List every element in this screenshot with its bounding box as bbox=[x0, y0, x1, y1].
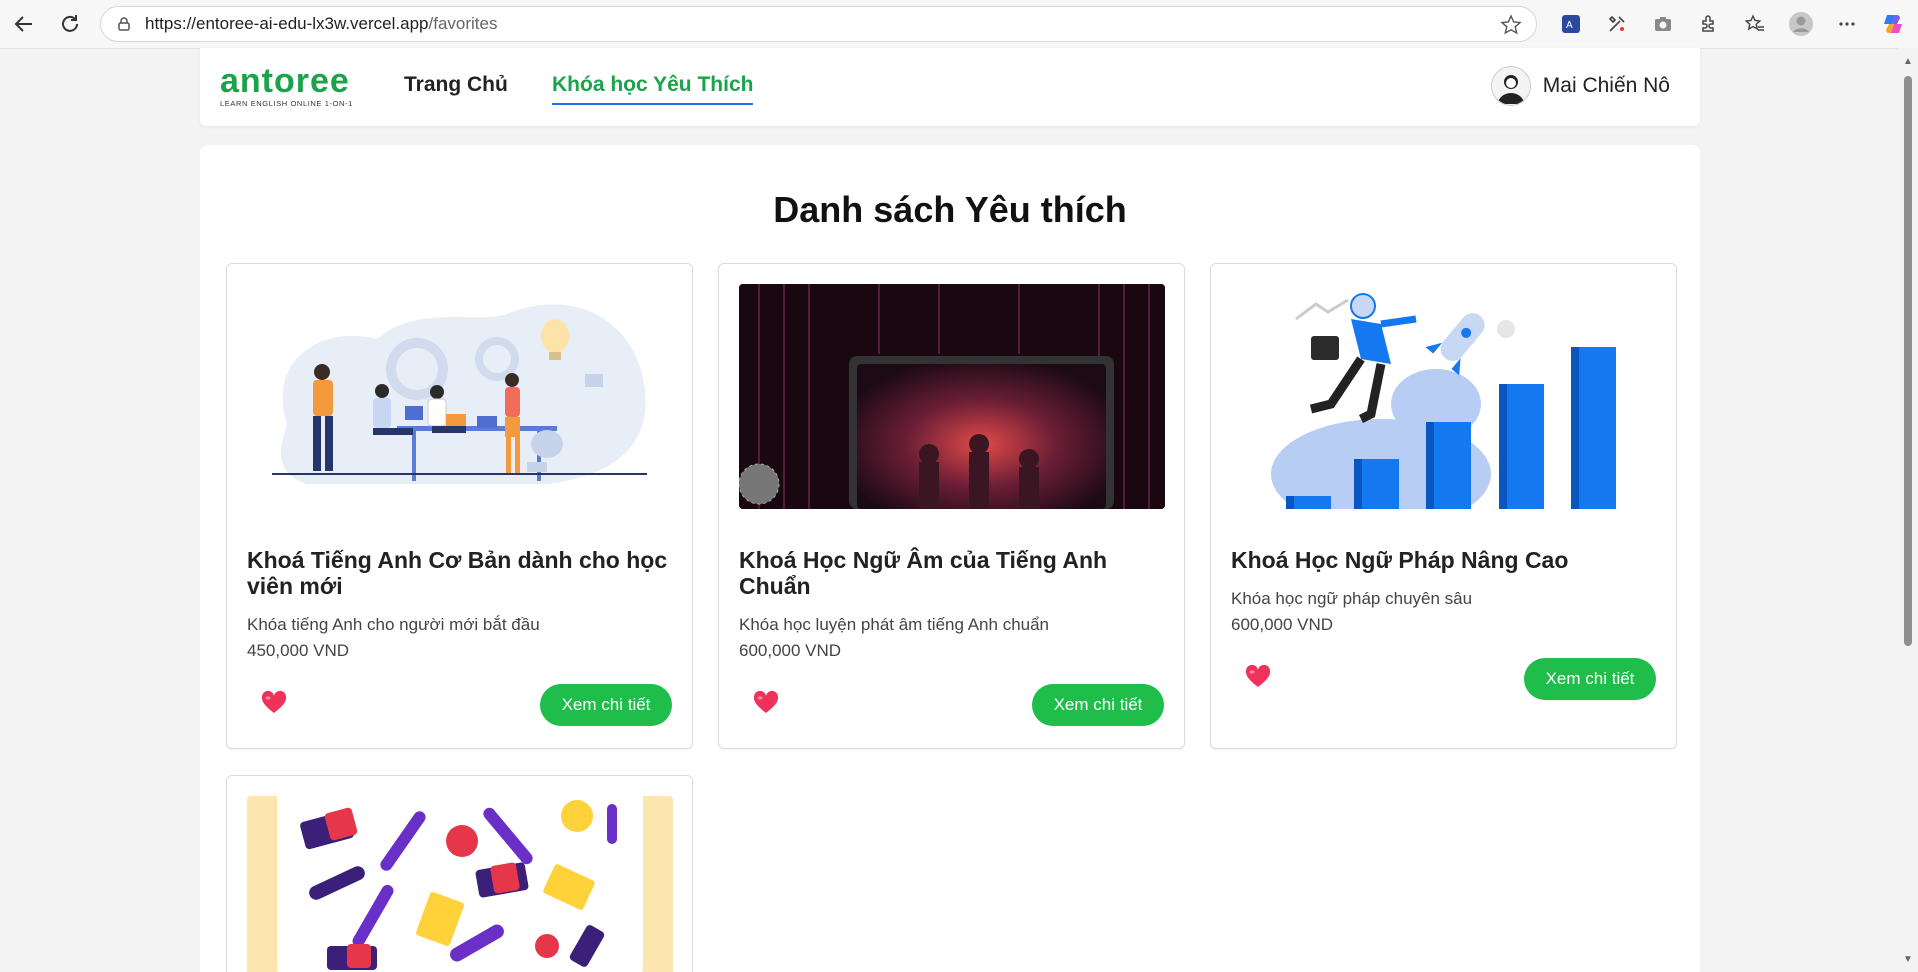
favorite-heart-icon[interactable] bbox=[261, 690, 287, 715]
profile-icon[interactable] bbox=[1778, 1, 1824, 47]
course-price: 600,000 VND bbox=[1231, 615, 1334, 634]
reload-icon[interactable] bbox=[50, 4, 90, 44]
svg-text:A: A bbox=[1566, 20, 1573, 31]
browser-toolbar: https://entoree-ai-edu-lx3w.vercel.app/f… bbox=[0, 0, 1918, 48]
favorite-heart-icon[interactable] bbox=[1245, 664, 1271, 689]
logo-wordmark: antoree bbox=[220, 62, 350, 100]
scroll-down-icon[interactable]: ▼ bbox=[1902, 954, 1914, 966]
site-info-icon[interactable] bbox=[115, 15, 133, 33]
user-name: Mai Chiến Nô bbox=[1542, 74, 1670, 97]
logo-tagline: LEARN ENGLISH ONLINE 1-ON-1 bbox=[220, 99, 353, 108]
translate-extension-icon[interactable]: A bbox=[1548, 1, 1594, 47]
course-card: Khoá Học Ngữ Âm của Tiếng Anh Chuẩn Khóa… bbox=[718, 263, 1185, 749]
user-menu[interactable]: Mai Chiến Nô bbox=[1490, 66, 1670, 106]
favorites-panel: Danh sách Yêu thích Khoá Tiếng Anh Cơ Bả… bbox=[200, 145, 1700, 972]
course-description: Khóa học ngữ pháp chuyên sâu bbox=[1231, 589, 1473, 608]
course-title[interactable]: Khoá Học Ngữ Âm của Tiếng Anh Chuẩn bbox=[739, 547, 1165, 599]
favorite-heart-icon[interactable] bbox=[753, 690, 779, 715]
course-description: Khóa tiếng Anh cho người mới bắt đầu bbox=[247, 615, 540, 634]
course-image bbox=[247, 796, 673, 972]
view-details-button[interactable]: Xem chi tiết bbox=[1524, 658, 1656, 700]
view-details-button[interactable]: Xem chi tiết bbox=[540, 684, 672, 726]
course-image bbox=[1231, 284, 1657, 509]
course-image bbox=[739, 284, 1165, 509]
view-details-button[interactable]: Xem chi tiết bbox=[1032, 684, 1164, 726]
course-card: Khoá Học Ngữ Pháp Nâng Cao Khóa học ngữ … bbox=[1210, 263, 1677, 749]
course-price: 600,000 VND bbox=[739, 641, 842, 660]
camera-icon[interactable] bbox=[1640, 1, 1686, 47]
course-title[interactable]: Khoá Tiếng Anh Cơ Bản dành cho học viên … bbox=[247, 547, 673, 599]
course-card bbox=[226, 775, 693, 972]
scroll-up-icon[interactable]: ▲ bbox=[1902, 56, 1914, 68]
copilot-icon[interactable] bbox=[1870, 1, 1916, 47]
more-menu-icon[interactable] bbox=[1824, 1, 1870, 47]
course-image bbox=[247, 284, 673, 509]
address-bar[interactable]: https://entoree-ai-edu-lx3w.vercel.app/f… bbox=[100, 6, 1537, 42]
favorites-icon[interactable] bbox=[1732, 1, 1778, 47]
extensions-icon[interactable] bbox=[1686, 1, 1732, 47]
course-price: 450,000 VND bbox=[247, 641, 350, 660]
favorite-star-icon[interactable] bbox=[1500, 14, 1522, 41]
brand-logo[interactable]: antoree LEARN ENGLISH ONLINE 1-ON-1 bbox=[220, 64, 353, 108]
course-description: Khóa học luyện phát âm tiếng Anh chuẩn bbox=[739, 615, 1050, 634]
nav-favorite-courses[interactable]: Khóa học Yêu Thích bbox=[552, 73, 754, 105]
site-header: antoree LEARN ENGLISH ONLINE 1-ON-1 Tran… bbox=[200, 48, 1700, 126]
course-card: Khoá Tiếng Anh Cơ Bản dành cho học viên … bbox=[226, 263, 693, 749]
course-title[interactable]: Khoá Học Ngữ Pháp Nâng Cao bbox=[1231, 547, 1657, 573]
user-avatar-icon[interactable] bbox=[1490, 66, 1531, 106]
page-title: Danh sách Yêu thích bbox=[773, 189, 1127, 230]
scroll-thumb[interactable] bbox=[1904, 76, 1912, 646]
nav-home[interactable]: Trang Chủ bbox=[404, 73, 508, 97]
tools-icon[interactable] bbox=[1594, 1, 1640, 47]
url-text: https://entoree-ai-edu-lx3w.vercel.app/f… bbox=[145, 14, 498, 33]
back-icon[interactable] bbox=[4, 4, 44, 44]
scrollbar[interactable]: ▲ ▼ bbox=[1898, 48, 1918, 972]
